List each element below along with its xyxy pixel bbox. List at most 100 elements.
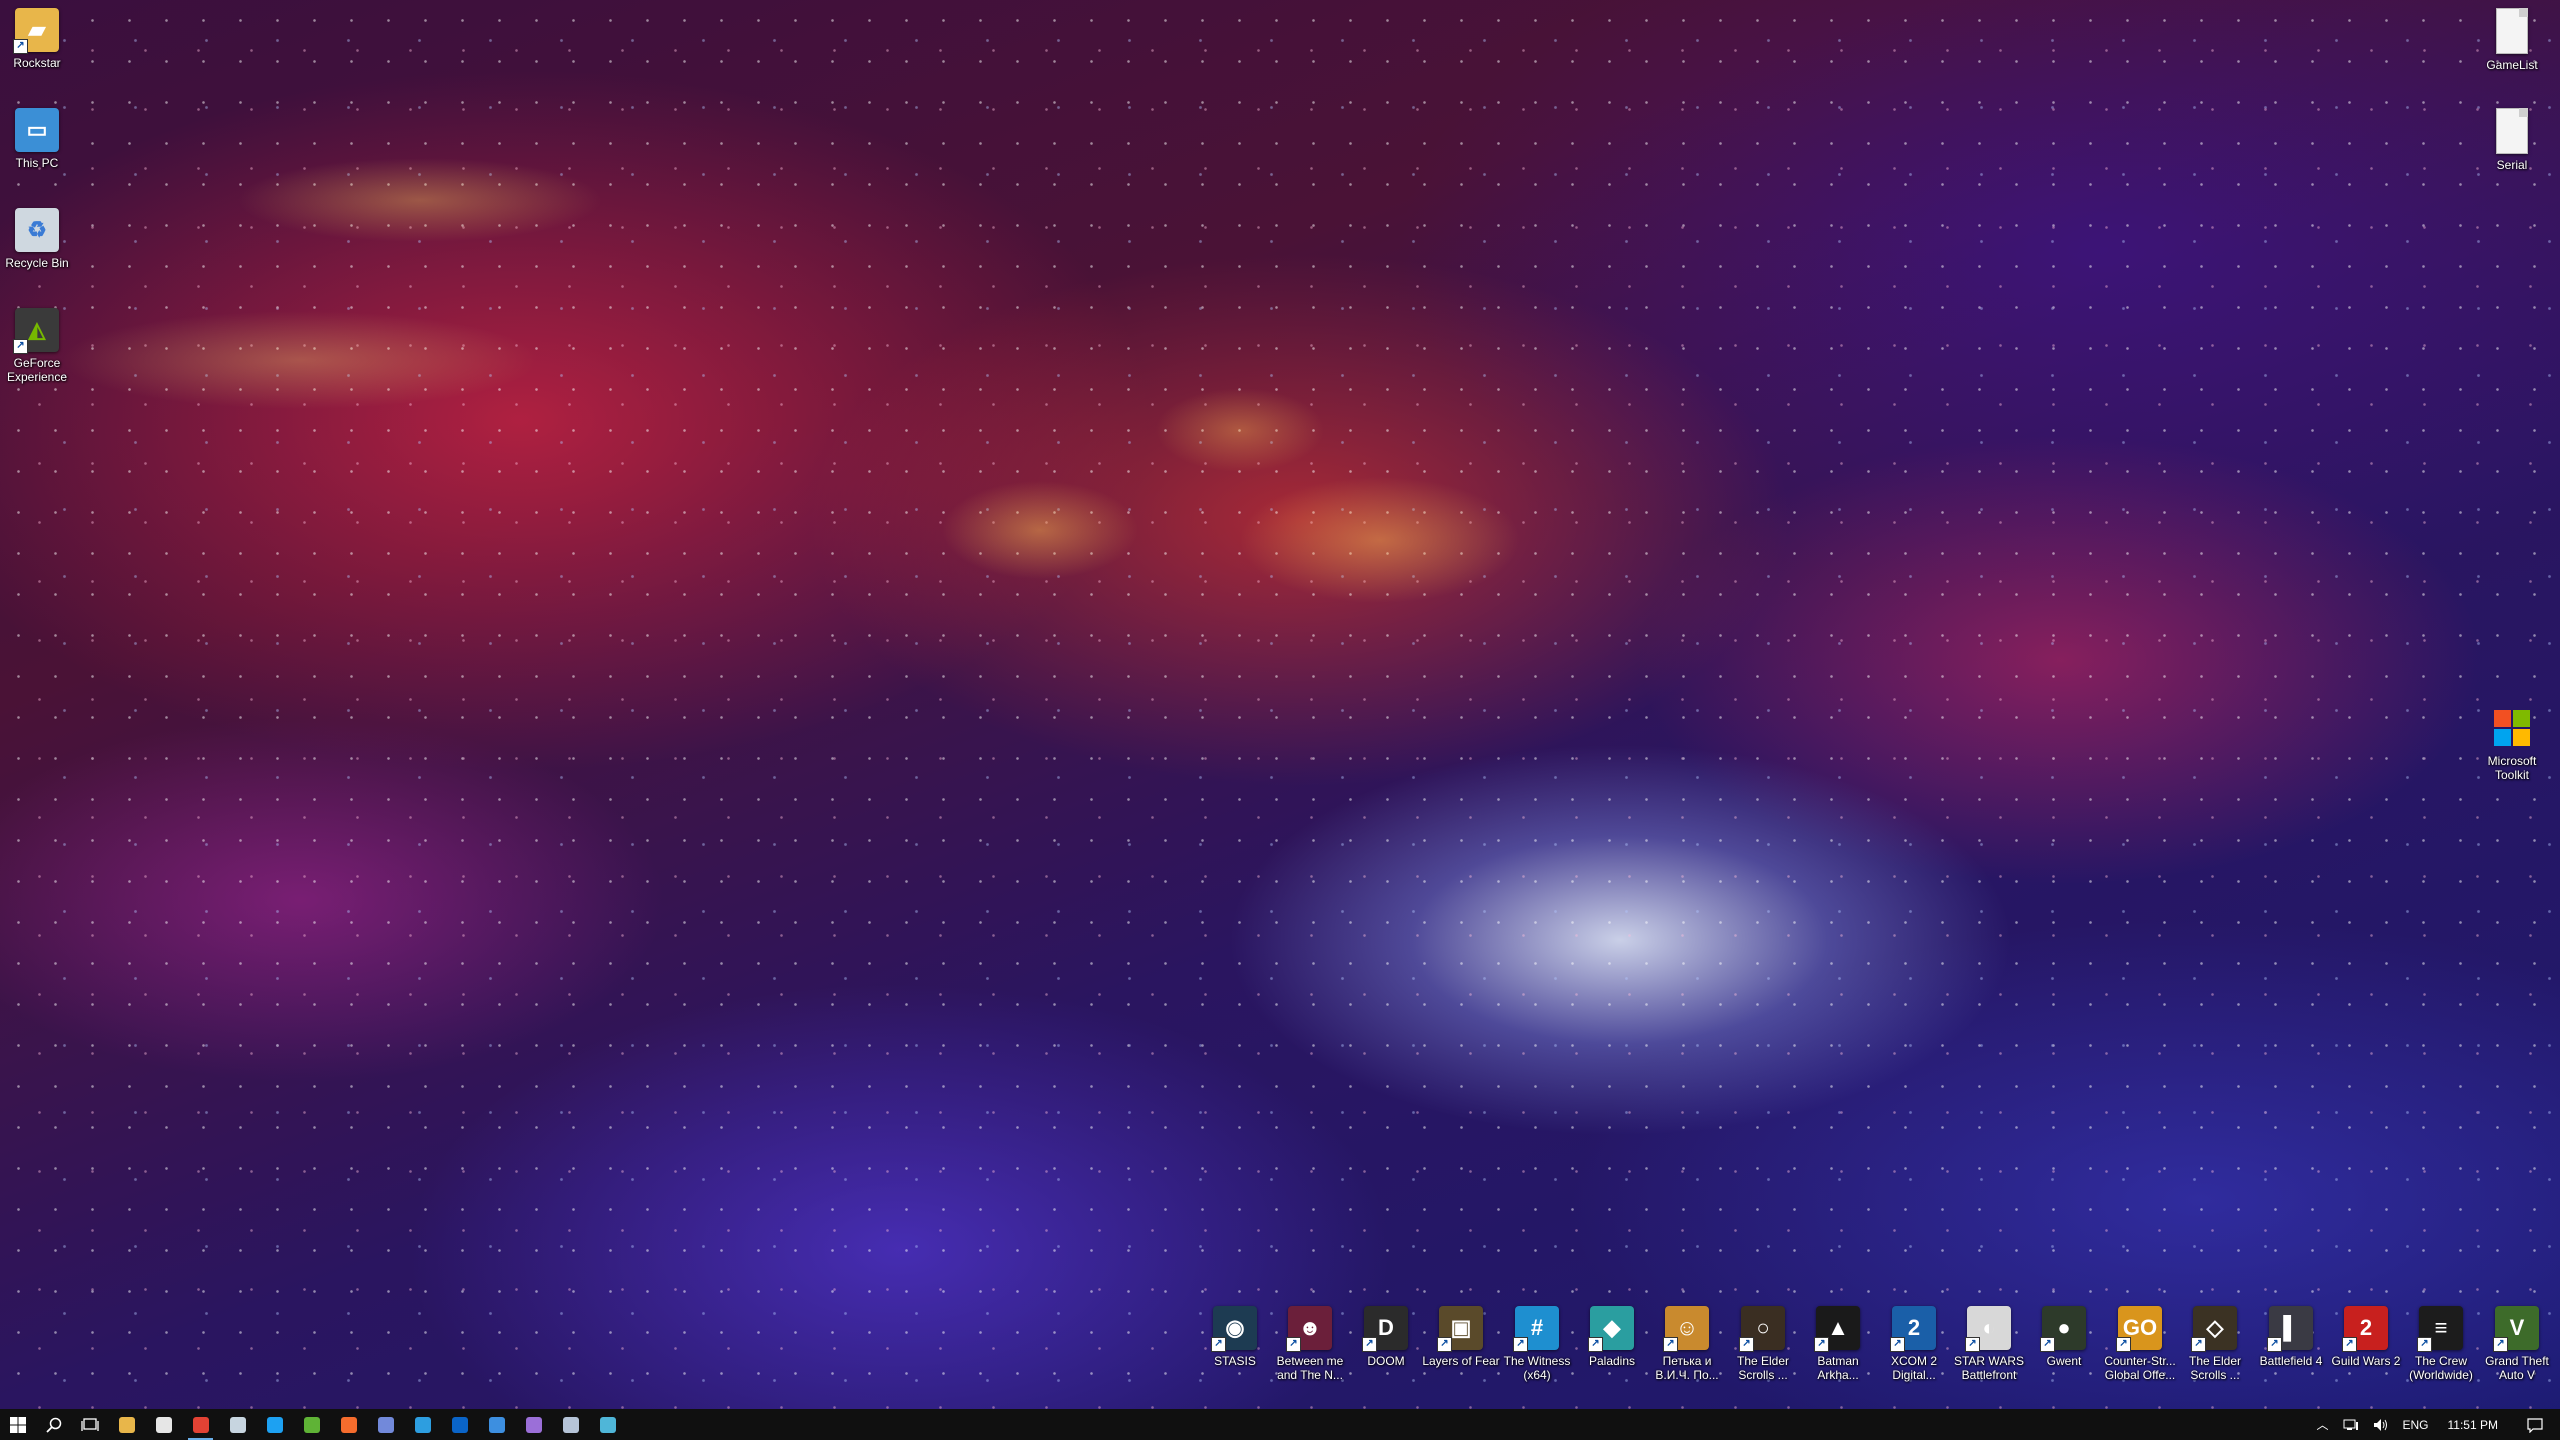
desktop-icon-game[interactable]: ▲ ↗ Batman Arkha... bbox=[1803, 1306, 1873, 1382]
tray-clock[interactable]: 11:51 PM bbox=[2436, 1409, 2510, 1440]
uplay-icon bbox=[414, 1416, 431, 1433]
taskbar-app-discord[interactable] bbox=[367, 1409, 404, 1440]
taskbar-app-store[interactable] bbox=[145, 1409, 182, 1440]
shortcut-arrow-icon: ↗ bbox=[1588, 1337, 1603, 1352]
desktop-icon-label: Counter-Str... Global Offe... bbox=[2104, 1354, 2176, 1382]
nvidia-icon: ◭ ↗ bbox=[13, 308, 59, 354]
taskbar-app-keyboard[interactable] bbox=[552, 1409, 589, 1440]
shortcut-arrow-icon: ↗ bbox=[2417, 1337, 2432, 1352]
desktop-icon-label: The Elder Scrolls ... bbox=[2188, 1354, 2242, 1382]
desktop-icon-label: The Crew (Worldwide) bbox=[2409, 1354, 2473, 1382]
shortcut-arrow-icon: ↗ bbox=[2116, 1337, 2131, 1352]
shortcut-arrow-icon: ↗ bbox=[1663, 1337, 1678, 1352]
desktop-icon-game[interactable]: 2 ↗ XCOM 2 Digital... bbox=[1879, 1306, 1949, 1382]
desktop-icon-game[interactable]: ◆ ↗ Paladins bbox=[1577, 1306, 1647, 1368]
recycle-bin-icon: ♻ bbox=[15, 208, 59, 252]
desktop-icon-game[interactable]: ▣ ↗ Layers of Fear bbox=[1422, 1306, 1500, 1368]
desktop-icon-game[interactable]: ◇ ↗ The Elder Scrolls ... bbox=[2180, 1306, 2250, 1382]
desktop-icon-microsoft-toolkit[interactable]: Microsoft Toolkit bbox=[2477, 706, 2547, 782]
game-shortcuts-row: ◉ ↗ STASIS ☻ ↗ Between me and The N... D ↗ DOOM ▣… bbox=[1200, 1306, 2560, 1406]
desktop-icon-label: Rockstar bbox=[13, 56, 61, 70]
task-view-button[interactable] bbox=[72, 1409, 108, 1440]
desktop-icon-game[interactable]: ○ ↗ The Elder Scrolls ... bbox=[1728, 1306, 1798, 1382]
chevron-up-icon: ︿ bbox=[2316, 1418, 2329, 1432]
taskbar-app-photos[interactable] bbox=[478, 1409, 515, 1440]
tray-volume-button[interactable] bbox=[2366, 1409, 2396, 1440]
elder-scrolls-ring-icon: ○ ↗ bbox=[1739, 1306, 1785, 1352]
desktop-icon-game[interactable]: ☺ ↗ Петька и В.И.Ч. По... bbox=[1652, 1306, 1722, 1382]
desktop-icon-game[interactable]: ▌ ↗ Battlefield 4 bbox=[2256, 1306, 2326, 1368]
desktop-icon-recycle-bin[interactable]: ♻ Recycle Bin bbox=[2, 208, 72, 270]
desktop-icon-label: STASIS bbox=[1214, 1354, 1256, 1368]
battlefield4-icon: ▌ ↗ bbox=[2267, 1306, 2313, 1352]
taskbar-app-utorrent[interactable] bbox=[293, 1409, 330, 1440]
desktop-icon-label: Battlefield 4 bbox=[2259, 1354, 2323, 1368]
xcom2-icon: 2 ↗ bbox=[1890, 1306, 1936, 1352]
taskbar-app-file-explorer[interactable] bbox=[108, 1409, 145, 1440]
start-button[interactable] bbox=[0, 1409, 36, 1440]
taskbar-app-groove[interactable] bbox=[515, 1409, 552, 1440]
search-button[interactable] bbox=[36, 1409, 72, 1440]
layers-of-fear-icon: ▣ ↗ bbox=[1437, 1306, 1483, 1352]
desktop-icon-gamelist[interactable]: GameList bbox=[2477, 8, 2547, 72]
shortcut-arrow-icon: ↗ bbox=[1965, 1337, 1980, 1352]
taskbar-app-app-13[interactable] bbox=[589, 1409, 626, 1440]
desktop-icon-label: XCOM 2 Digital... bbox=[1890, 1354, 1937, 1382]
desktop-icon-game[interactable]: # ↗ The Witness (x64) bbox=[1502, 1306, 1572, 1382]
taskbar-app-skype[interactable] bbox=[256, 1409, 293, 1440]
the-crew-icon: ≡ ↗ bbox=[2417, 1306, 2463, 1352]
search-icon bbox=[46, 1417, 62, 1433]
elder-scrolls-icon: ◇ ↗ bbox=[2191, 1306, 2237, 1352]
desktop-icon-game[interactable]: D ↗ DOOM bbox=[1351, 1306, 1421, 1368]
shortcut-arrow-icon: ↗ bbox=[1437, 1337, 1452, 1352]
shortcut-arrow-icon: ↗ bbox=[2191, 1337, 2206, 1352]
tray-overflow-button[interactable]: ︿ bbox=[2309, 1409, 2335, 1440]
system-tray: ︿ ENG 11:51 PM bbox=[2309, 1409, 2560, 1440]
taskbar-app-origin[interactable] bbox=[330, 1409, 367, 1440]
discord-icon bbox=[377, 1416, 394, 1433]
desktop-icon-rockstar[interactable]: ▰ ↗ Rockstar bbox=[2, 8, 72, 70]
desktop-icon-label: The Elder Scrolls ... bbox=[1736, 1354, 1790, 1382]
paladins-icon: ◆ ↗ bbox=[1588, 1306, 1634, 1352]
desktop-icon-game[interactable]: GO ↗ Counter-Str... Global Offe... bbox=[2104, 1306, 2176, 1382]
action-center-button[interactable] bbox=[2510, 1409, 2560, 1440]
desktop-icon-this-pc[interactable]: ▭ This PC bbox=[2, 108, 72, 170]
desktop-icon-game[interactable]: ● ↗ Gwent bbox=[2029, 1306, 2099, 1368]
desktop-icon-label: Guild Wars 2 bbox=[2331, 1354, 2401, 1368]
shortcut-arrow-icon: ↗ bbox=[2267, 1337, 2282, 1352]
desktop-icon-geforce-experience[interactable]: ◭ ↗ GeForce Experience bbox=[2, 308, 72, 384]
photos-icon bbox=[488, 1416, 505, 1433]
chrome-icon bbox=[192, 1416, 209, 1433]
desktop-icon-serial[interactable]: Serial bbox=[2477, 108, 2547, 172]
task-view-icon bbox=[81, 1417, 99, 1431]
shortcut-arrow-icon: ↗ bbox=[1286, 1337, 1301, 1352]
taskbar-app-outlook[interactable] bbox=[441, 1409, 478, 1440]
app-icon bbox=[599, 1416, 616, 1433]
shortcut-arrow-icon: ↗ bbox=[1739, 1337, 1754, 1352]
desktop-icon-game[interactable]: ◐ ↗ STAR WARS Battlefront bbox=[1954, 1306, 2024, 1382]
desktop-icon-game[interactable]: V ↗ Grand Theft Auto V bbox=[2482, 1306, 2552, 1382]
taskbar-app-steam[interactable] bbox=[219, 1409, 256, 1440]
shortcut-arrow-icon: ↗ bbox=[1814, 1337, 1829, 1352]
tray-language-button[interactable]: ENG bbox=[2396, 1409, 2436, 1440]
action-center-icon bbox=[2527, 1417, 2543, 1433]
the-witness-icon: # ↗ bbox=[1513, 1306, 1559, 1352]
gwent-icon: ● ↗ bbox=[2040, 1306, 2086, 1352]
taskbar-app-uplay[interactable] bbox=[404, 1409, 441, 1440]
shortcut-arrow-icon: ↗ bbox=[2342, 1337, 2357, 1352]
desktop-icon-game[interactable]: ≡ ↗ The Crew (Worldwide) bbox=[2406, 1306, 2476, 1382]
shortcut-arrow-icon: ↗ bbox=[1890, 1337, 1905, 1352]
tray-network-button[interactable] bbox=[2336, 1409, 2366, 1440]
taskbar-app-chrome[interactable] bbox=[182, 1409, 219, 1440]
computer-icon: ▭ bbox=[15, 108, 59, 152]
shortcut-arrow-icon: ↗ bbox=[1211, 1337, 1226, 1352]
desktop-icon-game[interactable]: 2 ↗ Guild Wars 2 bbox=[2331, 1306, 2401, 1368]
desktop-icon-label: DOOM bbox=[1367, 1354, 1405, 1368]
stasis-icon: ◉ ↗ bbox=[1211, 1306, 1257, 1352]
desktop-icon-game[interactable]: ☻ ↗ Between me and The N... bbox=[1275, 1306, 1345, 1382]
desktop-icon-game[interactable]: ◉ ↗ STASIS bbox=[1200, 1306, 1270, 1368]
between-me-icon: ☻ ↗ bbox=[1286, 1306, 1332, 1352]
desktop-icon-label: Paladins bbox=[1588, 1354, 1636, 1368]
doom-icon: D ↗ bbox=[1362, 1306, 1408, 1352]
folder-person-icon: ▰ ↗ bbox=[13, 8, 59, 54]
